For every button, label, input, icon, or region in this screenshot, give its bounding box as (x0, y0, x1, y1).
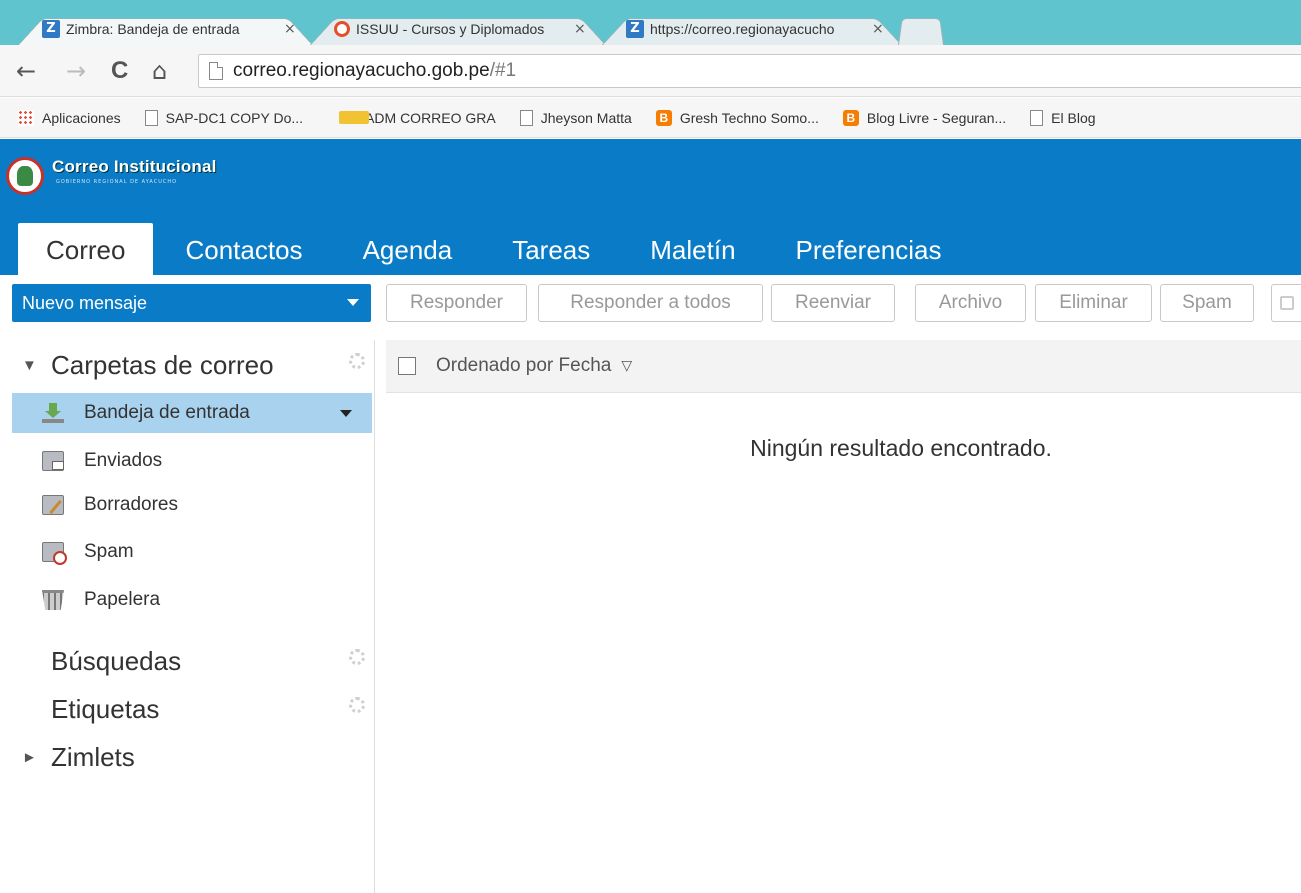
mail-toolbar: Nuevo mensaje Responder Responder a todo… (0, 275, 1301, 340)
folder-sidebar: ▼ Carpetas de correo Bandeja de entrada … (0, 340, 375, 893)
trash-icon (42, 590, 64, 610)
searches-header[interactable]: Búsquedas (0, 639, 375, 683)
tab-contactos[interactable]: Contactos (157, 223, 330, 275)
zimbra-favicon-icon: Z (42, 19, 60, 38)
folder-drafts[interactable]: Borradores (12, 485, 372, 525)
bookmark-gresh[interactable]: B Gresh Techno Somo... (655, 109, 819, 126)
folder-inbox[interactable]: Bandeja de entrada (12, 393, 372, 433)
folder-sent[interactable]: Enviados (12, 441, 372, 481)
gear-icon[interactable] (349, 353, 365, 369)
chevron-down-icon[interactable] (347, 299, 359, 306)
page-icon (519, 109, 533, 126)
apps-icon (18, 109, 34, 126)
browser-tab-strip: Z Zimbra: Bandeja de entrada × ISSUU - C… (0, 0, 1301, 45)
back-icon[interactable]: ← (16, 57, 36, 85)
reply-all-button[interactable]: Responder a todos (538, 284, 763, 322)
logo-subtitle: GOBIERNO REGIONAL DE AYACUCHO (56, 179, 178, 185)
tab-title: https://correo.regionayacucho (650, 20, 835, 37)
close-tab-icon[interactable]: × (872, 21, 884, 37)
expand-triangle-icon[interactable]: ▼ (22, 357, 37, 374)
tab-agenda[interactable]: Agenda (335, 223, 481, 275)
reload-icon[interactable]: C (111, 57, 128, 85)
zimbra-favicon-icon: Z (626, 19, 644, 38)
gear-icon[interactable] (349, 649, 365, 665)
app-header: Correo Institucional GOBIERNO REGIONAL D… (0, 139, 1301, 275)
new-tab-button[interactable] (898, 12, 944, 45)
bookmark-jheyson[interactable]: Jheyson Matta (519, 109, 632, 126)
empty-message: Ningún resultado encontrado. (750, 435, 1052, 461)
spam-button[interactable]: Spam (1160, 284, 1254, 322)
page-icon (209, 62, 223, 80)
bookmark-el-blog[interactable]: El Blog (1030, 109, 1096, 126)
sort-icon[interactable]: ▽ (621, 358, 632, 374)
forward-icon[interactable]: → (66, 57, 86, 85)
printer-icon (1279, 296, 1294, 310)
issuu-favicon-icon (334, 20, 350, 37)
chevron-down-icon[interactable] (340, 410, 352, 417)
bookmark-aplicaciones[interactable]: Aplicaciones (18, 109, 121, 126)
drafts-folder-icon (42, 495, 64, 515)
tab-maletin[interactable]: Maletín (622, 223, 763, 275)
bookmark-sap[interactable]: SAP-DC1 COPY Do... (144, 109, 303, 126)
folder-icon (339, 111, 370, 124)
tab-correo[interactable]: Correo (18, 223, 154, 275)
tab-strip-band (0, 0, 1301, 8)
browser-tab-correo[interactable]: Z https://correo.regionayacucho × (602, 12, 902, 45)
tags-header[interactable]: Etiquetas (0, 687, 375, 731)
sort-label[interactable]: Ordenado por Fecha (436, 355, 611, 377)
bookmark-blog-livre[interactable]: B Blog Livre - Seguran... (842, 109, 1006, 126)
message-list: Ordenado por Fecha ▽ Ningún resultado en… (386, 340, 1301, 893)
tab-tareas[interactable]: Tareas (484, 223, 618, 275)
app-logo[interactable]: Correo Institucional GOBIERNO REGIONAL D… (6, 157, 217, 195)
folder-trash[interactable]: Papelera (12, 580, 372, 620)
app-tabs: Correo Contactos Agenda Tareas Maletín P… (18, 223, 974, 275)
delete-button[interactable]: Eliminar (1035, 284, 1152, 322)
bookmarks-bar: Aplicaciones SAP-DC1 COPY Do... ADM CORR… (0, 98, 1301, 138)
mail-folders-header[interactable]: ▼ Carpetas de correo (0, 343, 375, 387)
url-input[interactable]: correo.regionayacucho.gob.pe/#1 (198, 54, 1301, 88)
tab-title: Zimbra: Bandeja de entrada (66, 20, 240, 37)
spam-folder-icon (42, 542, 67, 565)
gear-icon[interactable] (349, 697, 365, 713)
collapse-triangle-icon[interactable]: ► (22, 749, 37, 766)
zimlets-header[interactable]: ► Zimlets (0, 735, 375, 779)
address-bar: ← → C ⌂ correo.regionayacucho.gob.pe/#1 (0, 45, 1301, 97)
sent-folder-icon (42, 451, 64, 471)
page-icon (1030, 109, 1044, 126)
close-tab-icon[interactable]: × (574, 21, 586, 37)
inbox-icon (42, 403, 64, 423)
select-all-checkbox[interactable] (398, 357, 416, 375)
tab-preferencias[interactable]: Preferencias (768, 223, 970, 275)
regional-seal-icon (6, 157, 44, 195)
folder-spam[interactable]: Spam (12, 532, 372, 572)
page-icon (144, 109, 158, 126)
url-text: correo.regionayacucho.gob.pe/#1 (233, 60, 517, 81)
forward-button[interactable]: Reenviar (771, 284, 895, 322)
logo-title: Correo Institucional (52, 157, 217, 176)
blogger-icon: B (842, 109, 859, 126)
browser-tab-zimbra[interactable]: Z Zimbra: Bandeja de entrada × (18, 12, 313, 45)
blogger-icon: B (655, 109, 672, 126)
home-icon[interactable]: ⌂ (152, 57, 167, 85)
list-header: Ordenado por Fecha ▽ (386, 340, 1301, 393)
tab-title: ISSUU - Cursos y Diplomados (356, 20, 545, 37)
archive-button[interactable]: Archivo (915, 284, 1026, 322)
new-message-button[interactable]: Nuevo mensaje (12, 284, 371, 322)
browser-tab-issuu[interactable]: ISSUU - Cursos y Diplomados × (310, 12, 606, 45)
bookmark-adm-correo[interactable]: ADM CORREO GRA (327, 110, 496, 126)
close-tab-icon[interactable]: × (284, 21, 296, 37)
print-button[interactable] (1271, 284, 1301, 322)
reply-button[interactable]: Responder (386, 284, 527, 322)
